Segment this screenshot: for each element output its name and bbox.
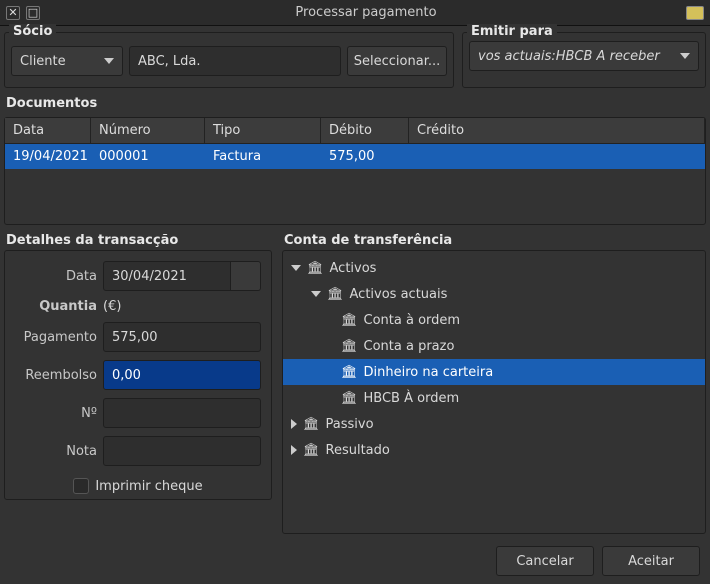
documents-header-row: Data Número Tipo Débito Crédito bbox=[5, 118, 705, 144]
transfer-panel: Conta de transferência 🏛 Activos 🏛 Activ… bbox=[282, 229, 706, 534]
emitir-legend: Emitir para bbox=[467, 24, 557, 39]
tree-item-conta-prazo[interactable]: 🏛 Conta a prazo bbox=[283, 333, 705, 359]
bank-icon: 🏛 bbox=[303, 443, 320, 458]
label-no: Nº bbox=[15, 406, 97, 421]
bank-icon: 🏛 bbox=[341, 391, 358, 406]
socio-name-value: ABC, Lda. bbox=[138, 54, 201, 69]
select-socio-label: Seleccionar... bbox=[354, 54, 440, 69]
bank-icon: 🏛 bbox=[303, 417, 320, 432]
expand-icon[interactable] bbox=[291, 265, 301, 271]
expand-icon[interactable] bbox=[311, 291, 321, 297]
no-input[interactable] bbox=[103, 398, 261, 428]
documents-header: Documentos bbox=[6, 96, 706, 111]
emitir-fieldset: Emitir para vos actuais:HBCB A receber bbox=[462, 32, 706, 88]
label-nota: Nota bbox=[15, 444, 97, 459]
socio-name-input[interactable]: ABC, Lda. bbox=[129, 46, 341, 76]
chevron-down-icon bbox=[104, 58, 114, 64]
close-icon[interactable]: ✕ bbox=[6, 6, 20, 20]
date-input[interactable]: 30/04/2021 bbox=[103, 261, 231, 291]
tree-item-activos[interactable]: 🏛 Activos bbox=[283, 255, 705, 281]
cell-debito: 575,00 bbox=[321, 144, 409, 169]
cell-credito bbox=[409, 144, 705, 169]
socio-fieldset: Sócio Cliente ABC, Lda. Seleccionar... bbox=[4, 32, 454, 88]
account-tree: 🏛 Activos 🏛 Activos actuais 🏛 Conta à or… bbox=[282, 250, 706, 534]
emitir-value: vos actuais:HBCB A receber bbox=[478, 49, 660, 64]
currency-label: (€) bbox=[103, 299, 261, 314]
pagamento-input[interactable]: 575,00 bbox=[103, 322, 261, 352]
bank-icon: 🏛 bbox=[307, 261, 324, 276]
col-numero[interactable]: Número bbox=[91, 118, 205, 143]
bank-icon: 🏛 bbox=[341, 339, 358, 354]
socio-legend: Sócio bbox=[9, 24, 56, 39]
cell-numero: 000001 bbox=[91, 144, 205, 169]
documents-table: Data Número Tipo Débito Crédito 19/04/20… bbox=[4, 117, 706, 225]
tree-item-dinheiro-carteira[interactable]: 🏛 Dinheiro na carteira bbox=[283, 359, 705, 385]
expand-icon[interactable] bbox=[291, 419, 297, 429]
accept-button[interactable]: Aceitar bbox=[602, 546, 700, 576]
expand-icon[interactable] bbox=[291, 445, 297, 455]
bank-icon: 🏛 bbox=[341, 313, 358, 328]
label-quantia: Quantia bbox=[15, 299, 97, 314]
label-pagamento: Pagamento bbox=[15, 330, 97, 345]
col-debito[interactable]: Débito bbox=[321, 118, 409, 143]
window-title: Processar pagamento bbox=[46, 5, 686, 20]
cell-tipo: Factura bbox=[205, 144, 321, 169]
nota-input[interactable] bbox=[103, 436, 261, 466]
transfer-header: Conta de transferência bbox=[284, 233, 706, 248]
label-data: Data bbox=[15, 269, 97, 284]
cancel-button[interactable]: Cancelar bbox=[496, 546, 594, 576]
date-field[interactable]: 30/04/2021 bbox=[103, 261, 261, 291]
reembolso-input[interactable]: 0,00 bbox=[103, 360, 261, 390]
socio-type-label: Cliente bbox=[20, 54, 66, 69]
app-icon bbox=[686, 6, 704, 20]
tree-item-conta-ordem[interactable]: 🏛 Conta à ordem bbox=[283, 307, 705, 333]
tree-item-passivo[interactable]: 🏛 Passivo bbox=[283, 411, 705, 437]
action-bar: Cancelar Aceitar bbox=[4, 538, 706, 580]
select-socio-button[interactable]: Seleccionar... bbox=[347, 46, 447, 76]
emitir-select[interactable]: vos actuais:HBCB A receber bbox=[469, 41, 699, 71]
tree-item-hbcb-ordem[interactable]: 🏛 HBCB À ordem bbox=[283, 385, 705, 411]
table-row[interactable]: 19/04/2021 000001 Factura 575,00 bbox=[5, 144, 705, 169]
print-cheque-label: Imprimir cheque bbox=[95, 479, 202, 494]
print-cheque-checkbox[interactable] bbox=[73, 478, 89, 494]
bank-icon: 🏛 bbox=[327, 287, 344, 302]
socio-type-combo[interactable]: Cliente bbox=[11, 46, 123, 76]
titlebar: ✕ □ Processar pagamento bbox=[0, 0, 710, 26]
transaction-header: Detalhes da transacção bbox=[6, 233, 272, 248]
chevron-down-icon bbox=[680, 53, 690, 59]
col-credito[interactable]: Crédito bbox=[409, 118, 705, 143]
cell-data: 19/04/2021 bbox=[5, 144, 91, 169]
bank-icon: 🏛 bbox=[341, 365, 358, 380]
label-reembolso: Reembolso bbox=[15, 368, 97, 383]
date-picker-button[interactable] bbox=[231, 261, 261, 291]
col-data[interactable]: Data bbox=[5, 118, 91, 143]
tree-item-resultado[interactable]: 🏛 Resultado bbox=[283, 437, 705, 463]
transaction-panel: Detalhes da transacção Data 30/04/2021 Q… bbox=[4, 229, 272, 534]
col-tipo[interactable]: Tipo bbox=[205, 118, 321, 143]
tree-item-activos-actuais[interactable]: 🏛 Activos actuais bbox=[283, 281, 705, 307]
maximize-icon[interactable]: □ bbox=[26, 6, 40, 20]
